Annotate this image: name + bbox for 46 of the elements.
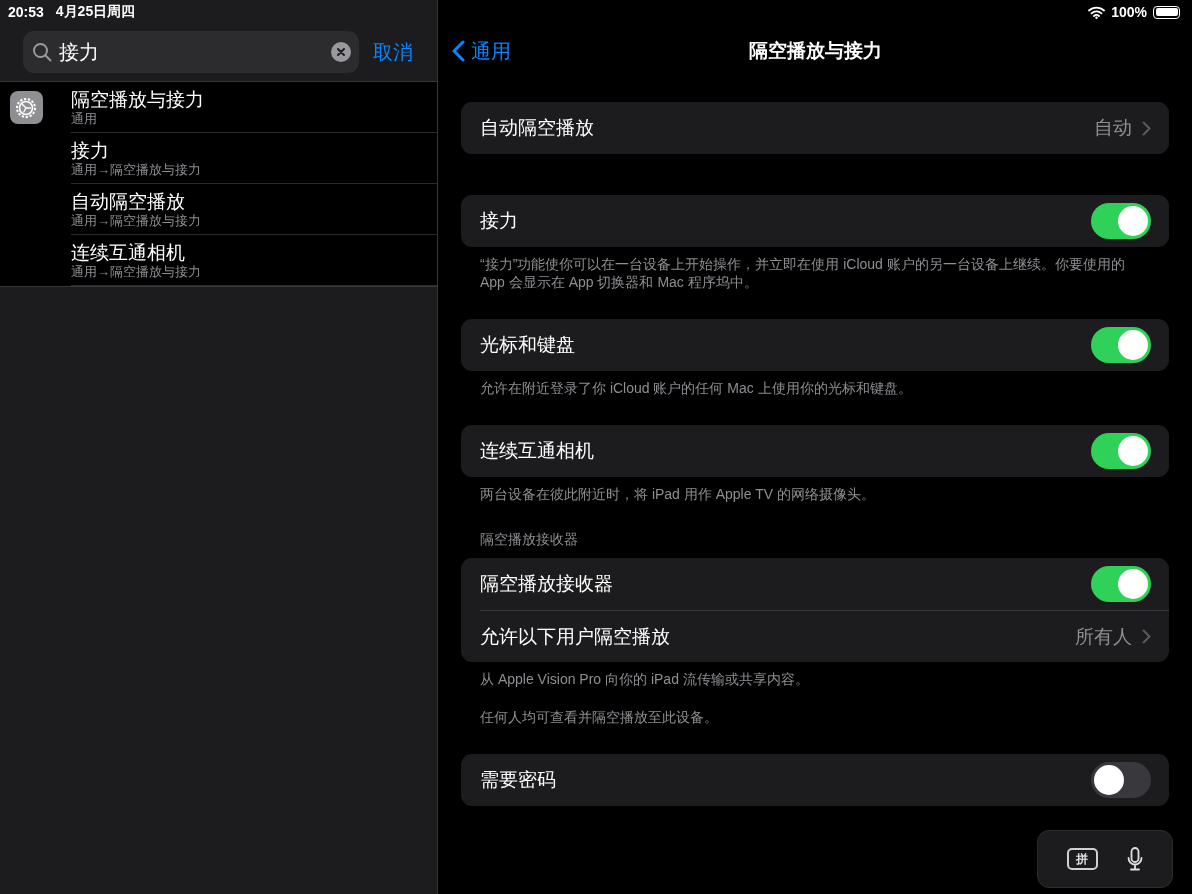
section-footer: 从 Apple Vision Pro 向你的 iPad 流传输或共享内容。 xyxy=(461,662,1169,688)
section-footer: 任何人均可查看并隔空播放至此设备。 xyxy=(461,688,1169,726)
wifi-icon xyxy=(1088,5,1106,19)
toggle-switch[interactable] xyxy=(1091,203,1151,239)
setting-label: 接力 xyxy=(480,209,518,233)
setting-value[interactable]: 自动 xyxy=(1094,115,1132,141)
section-footer: 允许在附近登录了你 iCloud 账户的任何 Mac 上使用你的光标和键盘。 xyxy=(461,371,1169,397)
result-title[interactable]: 隔空播放与接力 xyxy=(71,87,437,111)
setting-label: 光标和键盘 xyxy=(480,333,575,357)
search-field[interactable]: 接力 xyxy=(23,31,359,73)
result-path: 通用→隔空播放与接力 xyxy=(71,161,202,178)
input-method-key[interactable]: 拼 xyxy=(1066,848,1098,870)
setting-value[interactable]: 所有人 xyxy=(1075,623,1132,650)
chevron-icon xyxy=(1142,120,1151,136)
search-icon xyxy=(32,42,52,62)
result-path: 通用 xyxy=(71,110,98,127)
toggle-switch[interactable] xyxy=(1091,433,1151,469)
clear-icon[interactable] xyxy=(331,42,351,62)
settings-app-icon xyxy=(9,91,43,124)
section-header: 隔空播放接收器 xyxy=(479,531,579,549)
result-path: 通用→隔空播放与接力 xyxy=(71,212,202,229)
battery-percent: 100% xyxy=(1111,4,1147,20)
chevron-icon xyxy=(1142,629,1151,644)
toggle-switch[interactable] xyxy=(1091,762,1151,798)
toggle-switch[interactable] xyxy=(1091,566,1151,602)
section-footer: “接力”功能使你可以在一台设备上开始操作，并立即在使用 iCloud 账户的另一台设备上继续。你要使用的 App 会显示在 App 切换器和 Mac 程序坞中。 xyxy=(461,247,1169,291)
battery-icon xyxy=(1153,5,1180,19)
setting-label: 隔空播放接收器 xyxy=(480,572,613,596)
setting-label: 连续互通相机 xyxy=(480,439,594,463)
microphone-icon[interactable] xyxy=(1127,847,1144,871)
setting-label: 允许以下用户隔空播放 xyxy=(480,624,670,649)
result-title[interactable]: 接力 xyxy=(71,138,437,162)
cancel-button[interactable]: 取消 xyxy=(373,38,413,66)
section-footer: 两台设备在彼此附近时，将 iPad 用作 Apple TV 的网络摄像头。 xyxy=(461,477,1169,503)
setting-label: 自动隔空播放 xyxy=(480,116,594,140)
result-path: 通用→隔空播放与接力 xyxy=(71,263,202,280)
toggle-switch[interactable] xyxy=(1091,327,1151,363)
result-title[interactable]: 自动隔空播放 xyxy=(71,189,437,213)
status-time: 20:53 xyxy=(8,4,44,20)
back-button[interactable]: 通用 xyxy=(452,37,511,65)
status-date: 4月25日周四 xyxy=(55,3,136,21)
result-title[interactable]: 连续互通相机 xyxy=(71,240,437,264)
search-input[interactable]: 接力 xyxy=(59,40,324,64)
setting-label: 需要密码 xyxy=(480,768,556,792)
page-title: 隔空播放与接力 xyxy=(748,39,882,63)
back-chevron-icon xyxy=(452,40,465,62)
